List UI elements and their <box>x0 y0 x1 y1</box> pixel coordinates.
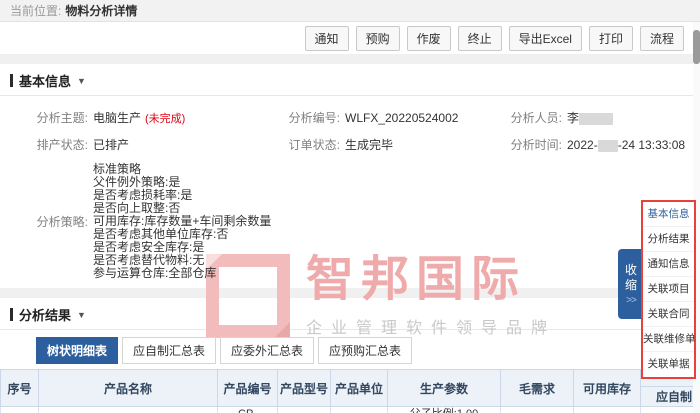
cell-production-params: 父子比例:1.00 损耗率:0.00% <box>388 407 501 413</box>
tab-outsource-summary[interactable]: 应委外汇总表 <box>220 337 314 364</box>
col-header-index: 序号 <box>1 370 39 407</box>
analysis-result-table: 序号 产品名称 产品编号 产品型号 产品单位 生产参数 毛需求 可用库存 应自制… <box>0 369 700 413</box>
anchor-menu: 基本信息 分析结果 通知信息 关联项目 关联合同 关联维修单 关联单据 <box>641 200 696 379</box>
cell-available-stock[interactable]: 0.00 <box>574 407 641 413</box>
print-button[interactable]: 打印 <box>589 26 633 51</box>
cell-product-name: 电脑 【查看生产计划】 <box>39 407 218 413</box>
redacted-box <box>579 113 613 125</box>
cell-index: 1 <box>1 407 39 413</box>
cell-product-code: CP- SY2022052400 <box>218 407 278 413</box>
menu-item-notice-info[interactable]: 通知信息 <box>643 252 694 277</box>
table-row: 1 电脑 【查看生产计划】 CP- SY2022052400 PCS 父子比例:… <box>1 407 700 413</box>
unfinished-flag: (未完成) <box>145 113 185 125</box>
order-status-value: 生成完毕 <box>345 135 393 155</box>
col-header-product-model: 产品型号 <box>278 370 331 407</box>
export-excel-button[interactable]: 导出Excel <box>509 26 582 51</box>
terminate-button[interactable]: 终止 <box>458 26 502 51</box>
subject-value: 电脑生产(未完成) <box>93 108 185 129</box>
page-title: 物料分析详情 <box>65 2 137 19</box>
results-header[interactable]: 分析结果 ▼ <box>0 298 700 329</box>
notify-button[interactable]: 通知 <box>305 26 349 51</box>
basic-info-title: 基本信息 <box>19 71 71 90</box>
time-label: 分析时间: <box>500 135 562 155</box>
col-header-gross-demand: 毛需求 <box>501 370 574 407</box>
result-tabs: 树状明细表 应自制汇总表 应委外汇总表 应预购汇总表 <box>0 337 700 364</box>
menu-item-related-document[interactable]: 关联单据 <box>643 352 694 377</box>
schedule-label: 排产状态: <box>26 135 88 155</box>
col-header-production-params: 生产参数 <box>388 370 501 407</box>
breadcrumb: 当前位置: 物料分析详情 <box>0 0 700 22</box>
order-status-label: 订单状态: <box>278 135 340 155</box>
redacted-box <box>598 140 618 152</box>
collapse-label: 收缩 <box>624 263 638 293</box>
col-header-product-unit: 产品单位 <box>331 370 388 407</box>
results-title: 分析结果 <box>19 305 71 324</box>
toolbar: 通知 预购 作废 终止 导出Excel 打印 流程 <box>0 22 700 54</box>
tab-self-make-summary[interactable]: 应自制汇总表 <box>122 337 216 364</box>
cell-gross-demand: 10.00 <box>501 407 574 413</box>
schedule-value: 已排产 <box>93 135 129 155</box>
workflow-button[interactable]: 流程 <box>640 26 684 51</box>
cell-self-make: 10.00 <box>641 407 700 413</box>
info-row-1: 分析主题: 电脑生产(未完成) 分析编号: WLFX_20220524002 分… <box>0 108 700 135</box>
section-gap <box>0 288 700 298</box>
col-header-available-stock: 可用库存 <box>574 370 641 407</box>
menu-item-analysis-result[interactable]: 分析结果 <box>643 227 694 252</box>
subject-label: 分析主题: <box>26 108 88 129</box>
double-chevron-right-icon: >> <box>626 295 636 306</box>
menu-item-related-contract[interactable]: 关联合同 <box>643 302 694 327</box>
col-header-self-make: 应自制 <box>641 387 700 407</box>
strategy-row: 分析策略: 标准策略 父件例外策略:是 是否考虑损耗率:是 是否向上取整:否 可… <box>0 163 700 280</box>
cell-product-unit: PCS <box>331 407 388 413</box>
caret-down-icon[interactable]: ▼ <box>77 310 86 320</box>
void-button[interactable]: 作废 <box>407 26 451 51</box>
number-label: 分析编号: <box>278 108 340 129</box>
menu-item-related-project[interactable]: 关联项目 <box>643 277 694 302</box>
col-header-product-code: 产品编号 <box>218 370 278 407</box>
prepurchase-button[interactable]: 预购 <box>356 26 400 51</box>
menu-item-related-repair-order[interactable]: 关联维修单 <box>643 327 694 352</box>
time-value: 2022--24 13:33:08 <box>567 135 685 155</box>
basic-info-body: 智邦国际 企业管理软件领导品牌 分析主题: 电脑生产(未完成) 分析编号: WL… <box>0 96 700 288</box>
number-value: WLFX_20220524002 <box>345 108 458 129</box>
tab-prepurchase-summary[interactable]: 应预购汇总表 <box>318 337 412 364</box>
info-row-2: 排产状态: 已排产 订单状态: 生成完毕 分析时间: 2022--24 13:3… <box>0 135 700 161</box>
section-gap <box>0 54 700 64</box>
basic-info-section: 基本信息 ▼ 智邦国际 企业管理软件领导品牌 分析主题: 电脑生产(未完成) 分… <box>0 64 700 288</box>
strategy-label: 分析策略: <box>26 213 88 230</box>
strategy-value: 标准策略 父件例外策略:是 是否考虑损耗率:是 是否向上取整:否 可用库存:库存… <box>93 163 271 280</box>
tab-tree-detail[interactable]: 树状明细表 <box>36 337 118 364</box>
analyst-value: 李 <box>567 108 613 129</box>
section-marker <box>10 74 13 87</box>
results-section: 分析结果 ▼ 树状明细表 应自制汇总表 应委外汇总表 应预购汇总表 序号 产品名… <box>0 298 700 413</box>
menu-item-basic-info[interactable]: 基本信息 <box>643 202 694 227</box>
caret-down-icon[interactable]: ▼ <box>77 76 86 86</box>
section-marker <box>10 308 13 321</box>
cell-product-model <box>278 407 331 413</box>
breadcrumb-label: 当前位置: <box>10 2 61 19</box>
col-header-product-name: 产品名称 <box>39 370 218 407</box>
analyst-label: 分析人员: <box>500 108 562 129</box>
divider <box>0 329 700 330</box>
scrollbar-thumb[interactable] <box>693 30 700 64</box>
basic-info-header[interactable]: 基本信息 ▼ <box>0 64 700 95</box>
